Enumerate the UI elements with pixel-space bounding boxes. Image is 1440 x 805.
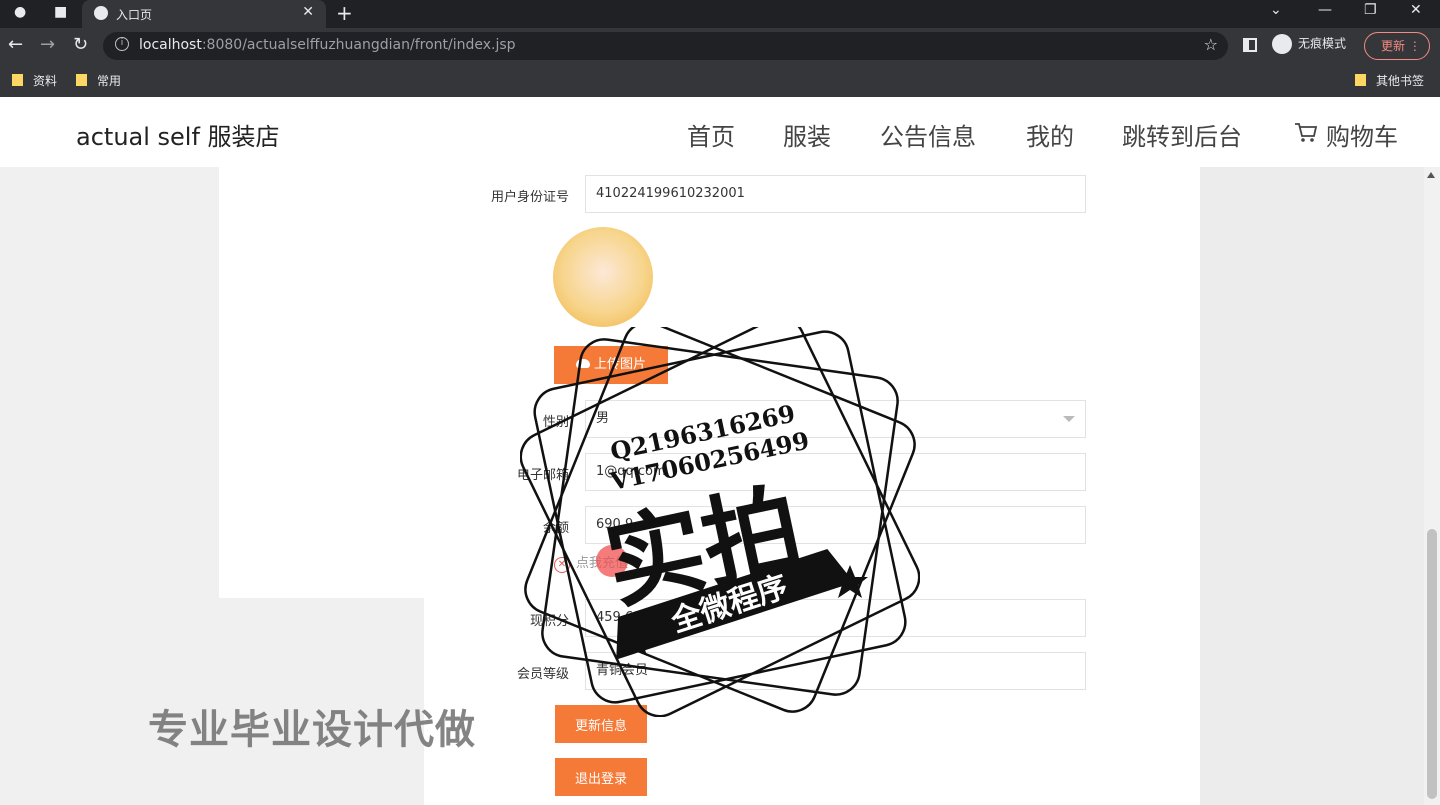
tab-search-icon[interactable]: ⌄: [1270, 2, 1282, 18]
site-brand[interactable]: actual self 服装店: [76, 117, 280, 152]
folder-icon: [12, 74, 23, 86]
avatar-image: [553, 227, 653, 327]
logout-button[interactable]: 退出登录: [555, 758, 647, 796]
browser-tab-bar: ● ■ 入口页 ✕ + ⌄ — ❐ ✕: [0, 0, 1440, 28]
minimize-icon[interactable]: —: [1318, 2, 1332, 18]
bookmarks-bar: 资料 常用 其他书签: [0, 64, 1440, 97]
site-navbar: actual self 服装店 首页 服装 公告信息 我的 跳转到后台 购物车: [0, 97, 1440, 167]
other-bookmarks[interactable]: 其他书签: [1355, 72, 1424, 89]
page-scrollbar[interactable]: [1424, 167, 1440, 805]
tab-favicon-icon: [94, 6, 108, 20]
incognito-indicator[interactable]: 无痕模式: [1272, 34, 1346, 54]
web-page: actual self 服装店 首页 服装 公告信息 我的 跳转到后台 购物车 …: [0, 97, 1440, 805]
nav-backend[interactable]: 跳转到后台: [1122, 117, 1242, 152]
select-arrow-icon: [1063, 416, 1075, 422]
nav-announcements[interactable]: 公告信息: [880, 117, 976, 152]
bookmark-folder-2[interactable]: 常用: [76, 72, 121, 89]
tab-overview-icon[interactable]: ■: [54, 4, 67, 20]
window-close-icon[interactable]: ✕: [1410, 2, 1422, 18]
nav-home[interactable]: 首页: [687, 117, 735, 152]
folder-icon: [76, 74, 87, 86]
watermark-text: 专业毕业设计代做: [148, 707, 476, 753]
watermark-stamp: Q2196316269 V17060256499 实拍 全微程序: [520, 327, 920, 717]
browser-update-button[interactable]: 更新 ⋮: [1364, 32, 1430, 60]
scroll-up-icon[interactable]: [1427, 172, 1435, 178]
left-panel: [219, 167, 424, 598]
browser-toolbar: ← → ↻ i localhost:8080/actualselffuzhuan…: [0, 28, 1440, 64]
url-text[interactable]: localhost:8080/actualselffuzhuangdian/fr…: [139, 37, 516, 53]
address-bar[interactable]: i localhost:8080/actualselffuzhuangdian/…: [103, 32, 1228, 60]
reload-icon[interactable]: ↻: [73, 34, 88, 55]
scroll-thumb[interactable]: [1427, 529, 1437, 799]
bookmark-folder-1[interactable]: 资料: [12, 72, 57, 89]
folder-icon: [1355, 74, 1366, 86]
incognito-icon: [1272, 34, 1292, 54]
restore-icon[interactable]: ❐: [1364, 2, 1377, 18]
bookmark-star-icon[interactable]: ☆: [1204, 35, 1218, 54]
side-panel-icon[interactable]: [1243, 38, 1257, 52]
new-tab-icon[interactable]: +: [336, 1, 353, 25]
site-info-icon[interactable]: i: [115, 37, 129, 51]
forward-icon[interactable]: →: [40, 34, 55, 55]
cart-icon[interactable]: [1294, 121, 1318, 143]
tab-close-icon[interactable]: ✕: [302, 4, 314, 20]
browser-globe-icon[interactable]: ●: [14, 4, 26, 20]
tab-title: 入口页: [116, 8, 153, 22]
id-field[interactable]: 410224199610232001: [585, 175, 1086, 213]
id-label: 用户身份证号: [490, 190, 569, 205]
nav-cart[interactable]: 购物车: [1326, 117, 1398, 152]
nav-clothing[interactable]: 服装: [783, 117, 831, 152]
back-icon[interactable]: ←: [8, 34, 23, 55]
browser-tab-active[interactable]: 入口页 ✕: [82, 0, 326, 28]
right-panel: [1200, 167, 1424, 805]
nav-mine[interactable]: 我的: [1026, 117, 1074, 152]
